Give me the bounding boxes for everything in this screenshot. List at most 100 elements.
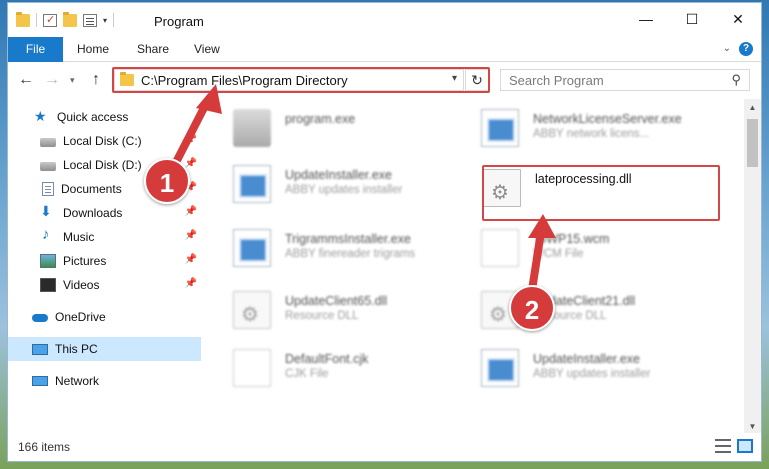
file-description: WCM File — [533, 248, 584, 260]
sidebar-item-downloads[interactable]: Downloads 📌 — [8, 201, 201, 225]
search-placeholder[interactable]: Search Program — [509, 73, 604, 88]
pictures-icon — [40, 254, 56, 268]
file-description: ABBY updates installer — [533, 368, 651, 380]
sidebar-item-label: Quick access — [57, 110, 129, 124]
file-item[interactable]: DefaultFont.cjk CJK File — [233, 345, 483, 395]
file-description: Resource DLL — [285, 310, 359, 322]
help-icon[interactable]: ? — [739, 42, 753, 56]
chevron-down-icon[interactable]: ▾ — [103, 16, 107, 25]
sidebar-item-label: This PC — [55, 342, 98, 356]
dll-gear-icon — [233, 291, 271, 329]
minimize-button[interactable]: — — [623, 3, 669, 35]
sidebar-item-quick-access[interactable]: Quick access — [8, 105, 201, 129]
item-count: 166 items — [18, 440, 71, 454]
document-icon — [481, 229, 519, 267]
application-icon — [481, 349, 519, 387]
step-badge-1: 1 — [144, 158, 190, 204]
sidebar-item-network[interactable]: Network — [8, 369, 201, 393]
file-name: program.exe — [285, 112, 356, 126]
onedrive-icon — [32, 310, 48, 324]
close-button[interactable]: ✕ — [715, 3, 761, 35]
tab-share[interactable]: Share — [123, 37, 183, 62]
large-icons-view-icon[interactable] — [737, 439, 753, 453]
details-view-icon[interactable] — [715, 439, 731, 453]
pin-icon[interactable]: 📌 — [185, 278, 197, 289]
videos-icon — [40, 278, 56, 292]
file-item[interactable]: ToWP15.wcm WCM File — [481, 225, 731, 275]
file-description: ABBY network licens... — [533, 128, 650, 140]
file-name: UpdateInstaller.exe — [533, 352, 641, 366]
title-bar: ▾ Program — ☐ ✕ — [8, 3, 761, 37]
scrollbar-thumb[interactable] — [747, 119, 758, 167]
scroll-up-icon[interactable]: ▲ — [744, 99, 761, 116]
properties-check-icon[interactable] — [43, 13, 57, 27]
sidebar-item-onedrive[interactable]: OneDrive — [8, 305, 201, 329]
vertical-scrollbar[interactable]: ▲ ▼ — [744, 99, 761, 435]
sidebar-item-label: Videos — [63, 278, 100, 292]
file-name: UpdateInstaller.exe — [285, 168, 393, 182]
file-item[interactable]: UpdateInstaller.exe ABBY updates install… — [233, 161, 483, 211]
toolbar-divider — [113, 13, 115, 27]
toolbar-divider — [36, 13, 37, 27]
pin-icon[interactable]: 📌 — [185, 134, 197, 145]
pc-icon — [32, 343, 48, 355]
sidebar-item-label: Local Disk (D:) — [63, 158, 142, 172]
quick-access-toolbar: ▾ — [16, 11, 115, 27]
sidebar-item-this-pc[interactable]: This PC — [8, 337, 201, 361]
customize-icon[interactable] — [83, 13, 97, 27]
pin-icon[interactable]: 📌 — [185, 230, 197, 241]
file-item[interactable]: TrigrammsInstaller.exe ABBY finereader t… — [233, 225, 483, 275]
pin-icon[interactable]: 📌 — [185, 158, 197, 169]
sidebar-item-local-disk-c[interactable]: Local Disk (C:) 📌 — [8, 129, 201, 153]
search-icon[interactable]: ⚲ — [731, 72, 741, 88]
music-icon — [40, 226, 56, 244]
tab-file[interactable]: File — [8, 37, 63, 62]
file-explorer-window: ▾ Program — ☐ ✕ File Home Share View ⌄ ?… — [7, 2, 762, 462]
step-badge-2: 2 — [509, 285, 555, 331]
pin-icon[interactable]: 📌 — [185, 206, 197, 217]
file-name: TrigrammsInstaller.exe — [285, 232, 411, 246]
folder-icon[interactable] — [16, 11, 30, 27]
sidebar-item-pictures[interactable]: Pictures 📌 — [8, 249, 201, 273]
drive-icon — [40, 138, 56, 147]
file-description: CJK File — [285, 368, 329, 380]
sidebar-item-label: Downloads — [63, 206, 123, 220]
tab-home[interactable]: Home — [63, 37, 123, 62]
file-name: NetworkLicenseServer.exe — [533, 112, 682, 126]
file-name: DefaultFont.cjk — [285, 352, 369, 366]
file-name: UpdateClient65.dll — [285, 294, 388, 308]
network-icon — [32, 376, 48, 386]
application-icon — [233, 229, 271, 267]
up-arrow-icon[interactable]: ↑ — [92, 71, 100, 89]
document-icon — [233, 349, 271, 387]
maximize-button[interactable]: ☐ — [669, 3, 715, 35]
navigation-bar: ← → ▾ ↑ C:\Program Files\Program Directo… — [8, 63, 761, 99]
sidebar-item-label: OneDrive — [55, 310, 106, 324]
file-item[interactable]: UpdateInstaller.exe ABBY updates install… — [481, 345, 731, 395]
documents-icon — [42, 182, 54, 196]
drive-icon — [40, 162, 56, 171]
sidebar-item-label: Documents — [61, 182, 122, 196]
sidebar-item-music[interactable]: Music 📌 — [8, 225, 201, 249]
application-icon — [233, 165, 271, 203]
sidebar-item-videos[interactable]: Videos 📌 — [8, 273, 201, 297]
recent-locations-chevron-icon[interactable]: ▾ — [70, 75, 75, 86]
back-arrow-icon[interactable]: ← — [18, 71, 34, 89]
ribbon-tabs: File Home Share View ⌄ ? — [8, 37, 761, 62]
file-highlight-box — [482, 165, 720, 221]
file-item[interactable]: NetworkLicenseServer.exe ABBY network li… — [481, 105, 731, 155]
forward-arrow-icon[interactable]: → — [44, 71, 60, 89]
pin-icon[interactable]: 📌 — [185, 254, 197, 265]
file-item[interactable]: UpdateClient65.dll Resource DLL — [233, 287, 483, 337]
navigation-pane: Quick access Local Disk (C:) 📌 Local Dis… — [8, 99, 201, 435]
expand-ribbon-icon[interactable]: ⌄ — [723, 43, 731, 54]
search-box[interactable]: Search Program ⚲ — [500, 69, 750, 91]
window-title: Program — [154, 14, 204, 29]
sidebar-item-label: Pictures — [63, 254, 107, 268]
file-item[interactable]: program.exe — [233, 105, 483, 155]
star-icon — [34, 108, 50, 125]
file-description: ABBY updates installer — [285, 184, 403, 196]
new-folder-icon[interactable] — [63, 11, 77, 27]
tab-view[interactable]: View — [180, 37, 234, 62]
sidebar-item-label: Network — [55, 374, 100, 388]
